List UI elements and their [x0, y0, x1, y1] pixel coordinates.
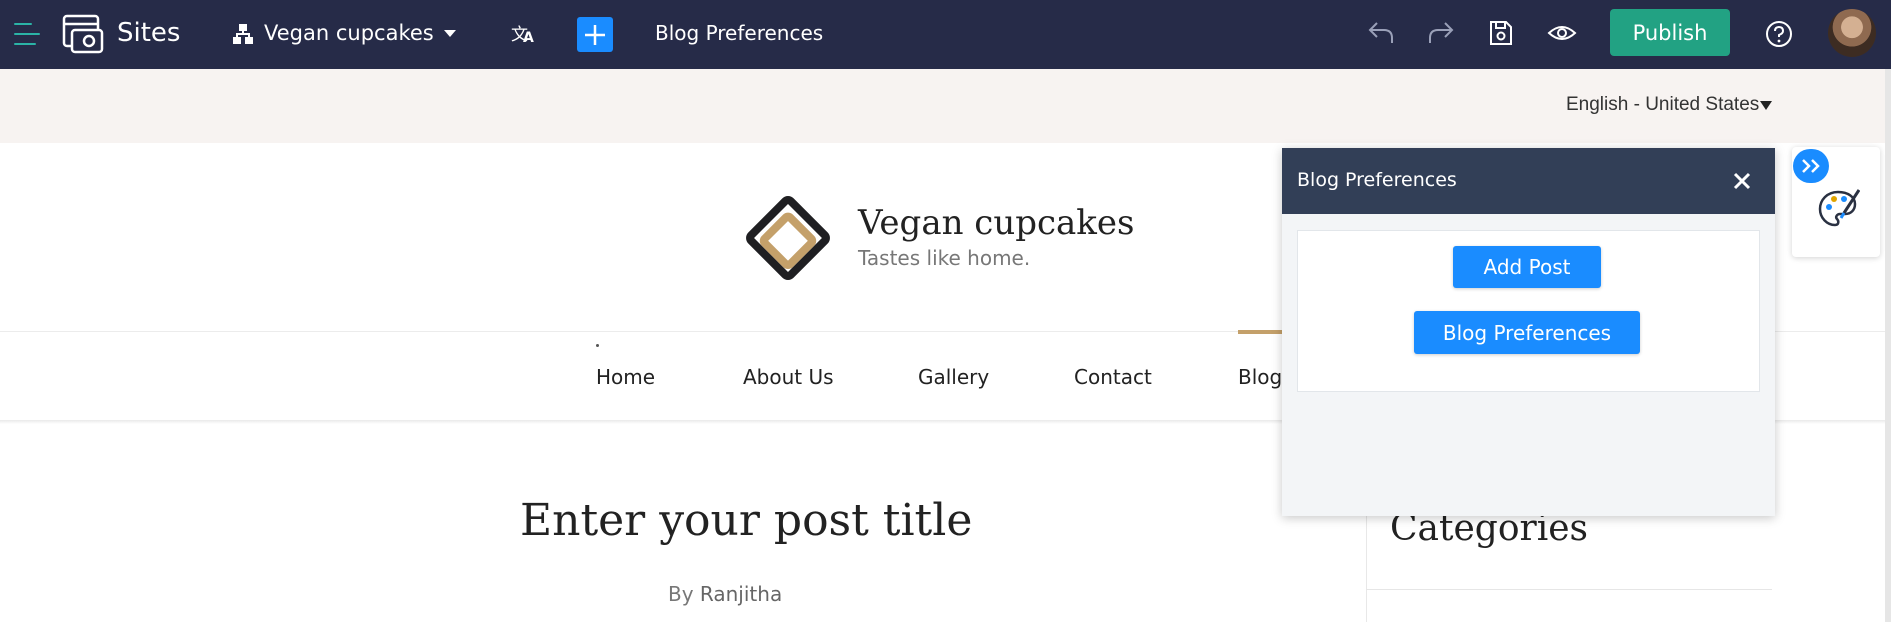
close-icon[interactable] [1733, 172, 1751, 190]
nav-item-blog[interactable]: Blog [1238, 365, 1282, 389]
nav-item-about-us[interactable]: About Us [743, 365, 834, 389]
translate-icon[interactable]: 文 A [511, 21, 537, 47]
site-title[interactable]: Vegan cupcakes [858, 203, 1134, 243]
categories-underline [1366, 589, 1772, 590]
hamburger-icon[interactable] [14, 20, 40, 48]
double-chevron-right-icon [1802, 159, 1820, 173]
scrollbar-track[interactable] [1885, 69, 1891, 622]
post-byline: By Ranjitha [668, 582, 782, 606]
nav-item-home[interactable]: Home [596, 365, 655, 389]
caret-down-icon [1760, 101, 1772, 110]
site-name: Vegan cupcakes [264, 21, 434, 45]
language-selector[interactable]: English - United States [1566, 94, 1776, 120]
nav-active-indicator [1238, 330, 1284, 334]
panel-actions: Add Post Blog Preferences [1297, 230, 1760, 392]
preview-eye-icon[interactable] [1547, 21, 1577, 45]
avatar[interactable] [1828, 9, 1876, 57]
blog-preferences-button[interactable]: Blog Preferences [1414, 311, 1640, 354]
sitemap-icon [233, 24, 253, 44]
panel-title: Blog Preferences [1297, 169, 1457, 191]
post-title[interactable]: Enter your post title [520, 495, 972, 546]
current-page-name: Blog Preferences [655, 21, 824, 45]
app-name: Sites [117, 18, 181, 48]
nav-item-contact[interactable]: Contact [1074, 365, 1152, 389]
post-author[interactable]: Ranjitha [700, 582, 782, 606]
add-post-button[interactable]: Add Post [1453, 246, 1601, 288]
language-label: English - United States [1566, 94, 1760, 115]
palette-icon[interactable] [1818, 189, 1860, 229]
site-switcher[interactable]: Vegan cupcakes [230, 17, 466, 53]
redo-icon[interactable] [1427, 20, 1455, 46]
caret-down-icon [444, 30, 456, 37]
plus-icon [585, 25, 605, 45]
blog-preferences-panel: Blog Preferences Add Post Blog Preferenc… [1282, 148, 1775, 516]
site-tagline: Tastes like home. [858, 246, 1031, 270]
collapse-panel-button[interactable] [1793, 149, 1829, 183]
help-icon[interactable] [1765, 20, 1793, 48]
sidebar-divider [1366, 510, 1367, 622]
panel-header: Blog Preferences [1282, 148, 1775, 214]
save-icon[interactable] [1488, 19, 1514, 47]
undo-icon[interactable] [1367, 20, 1395, 46]
nav-item-gallery[interactable]: Gallery [918, 365, 989, 389]
add-element-button[interactable] [577, 17, 613, 52]
publish-button[interactable]: Publish [1610, 9, 1730, 56]
site-logo [746, 196, 830, 280]
sites-icon [62, 14, 104, 54]
byline-label: By [668, 582, 694, 606]
nav-marker-dot [596, 344, 599, 347]
